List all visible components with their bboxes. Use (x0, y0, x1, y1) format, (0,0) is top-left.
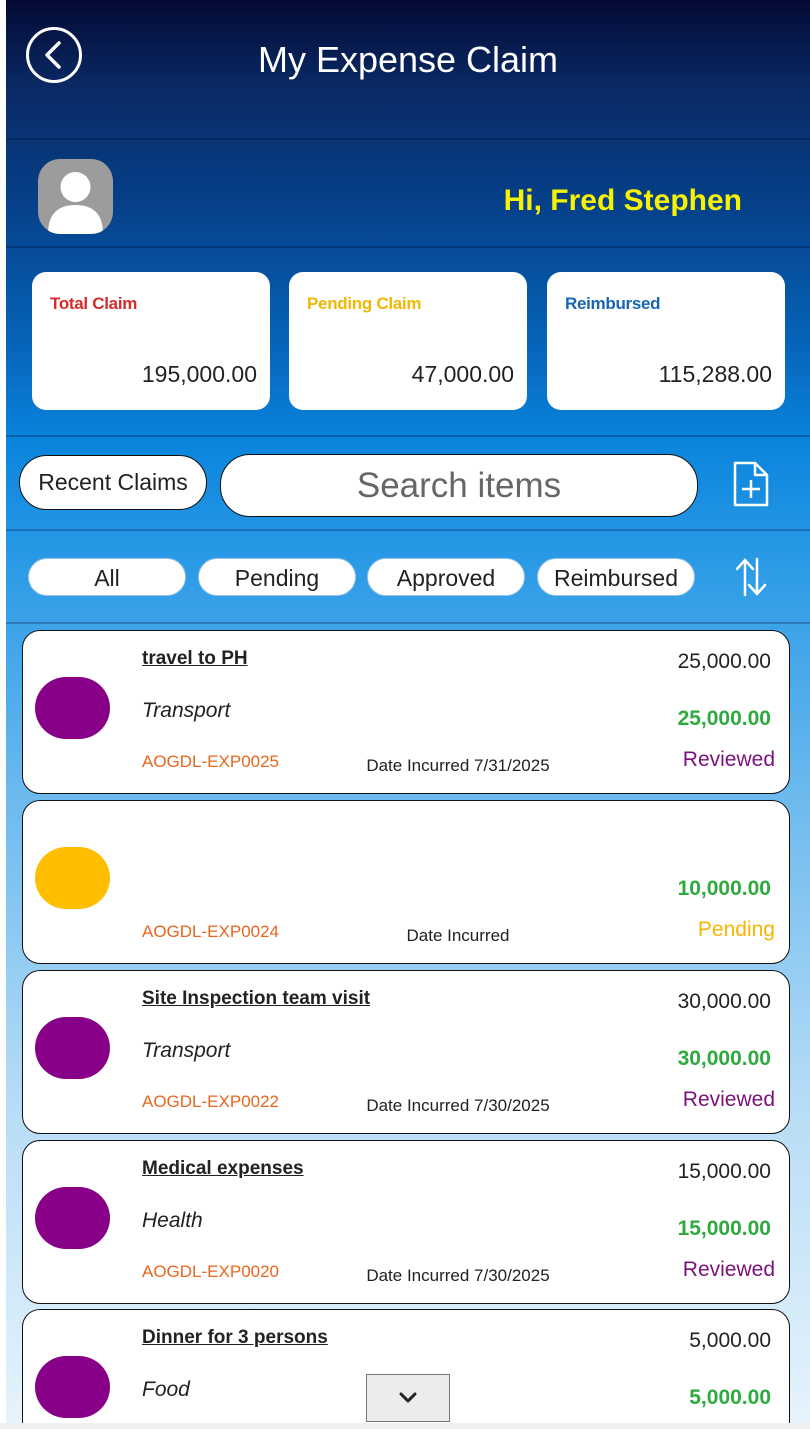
total-claim-label: Total Claim (50, 294, 138, 313)
claim-date: Date Incurred (406, 926, 510, 945)
claim-status: Reviewed (682, 1088, 775, 1111)
claim-approved-amount: 5,000.00 (689, 1386, 771, 1409)
filter-reimbursed[interactable]: Reimbursed (537, 558, 695, 596)
divider (6, 435, 810, 437)
reimbursed-value: 115,288.00 (658, 361, 772, 387)
divider (6, 622, 810, 624)
claim-code: AOGDL-EXP0020 (142, 1262, 280, 1281)
filter-all[interactable]: All (28, 558, 186, 596)
claim-date: Date Incurred 7/30/2025 (366, 1266, 550, 1285)
claim-approved-amount: 30,000.00 (677, 1047, 771, 1070)
claim-amount: 25,000.00 (677, 650, 771, 673)
claim-amount: 5,000.00 (689, 1329, 771, 1352)
claim-amount: 30,000.00 (677, 990, 771, 1013)
divider (6, 529, 810, 531)
claim-approved-amount: 25,000.00 (677, 707, 771, 730)
claim-category: Health (142, 1209, 203, 1232)
status-dot (35, 1017, 110, 1079)
page-title: My Expense Claim (257, 39, 559, 80)
bottom-edge (0, 1423, 810, 1429)
reimbursed-label: Reimbursed (565, 294, 661, 313)
claim-approved-amount: 10,000.00 (677, 877, 771, 900)
claim-card[interactable]: travel to PH Transport AOGDL-EXP0025 Dat… (22, 630, 790, 794)
claim-status: Reviewed (682, 1258, 775, 1281)
status-dot (35, 1356, 110, 1418)
claim-name: Site Inspection team visit (142, 988, 371, 1009)
claim-code: AOGDL-EXP0024 (142, 922, 280, 941)
total-claim-value: 195,000.00 (141, 361, 257, 387)
claim-amount: 15,000.00 (677, 1160, 771, 1183)
status-dot (35, 677, 110, 739)
claim-approved-amount: 15,000.00 (677, 1217, 771, 1240)
claim-code: AOGDL-EXP0025 (142, 752, 280, 771)
recent-claims-button[interactable]: Recent Claims (19, 455, 207, 510)
claim-date: Date Incurred 7/30/2025 (366, 1096, 550, 1115)
pending-claim-value: 47,000.00 (411, 361, 514, 387)
greeting-text: Hi, Fred Stephen (503, 184, 742, 217)
search-box (220, 454, 698, 517)
divider (6, 138, 810, 140)
claim-category: Food (142, 1378, 190, 1401)
claim-card[interactable]: Site Inspection team visit Transport AOG… (22, 970, 790, 1134)
claim-status: Reviewed (682, 748, 775, 771)
claim-card[interactable]: Medical expenses Health AOGDL-EXP0020 Da… (22, 1140, 790, 1304)
status-dot (35, 847, 110, 909)
chevron-down-icon (399, 1392, 417, 1403)
filter-approved[interactable]: Approved (367, 558, 525, 596)
claim-name: Medical expenses (142, 1158, 304, 1179)
pending-claim-label: Pending Claim (307, 294, 422, 313)
total-claim-card: Total Claim 195,000.00 (32, 272, 270, 410)
add-file-icon[interactable] (732, 460, 770, 508)
status-dot (35, 1187, 110, 1249)
search-input[interactable] (221, 455, 697, 516)
claim-name: Dinner for 3 persons (142, 1327, 328, 1348)
claim-date: Date Incurred 7/31/2025 (366, 756, 550, 775)
sort-icon[interactable] (733, 555, 769, 599)
claim-card[interactable]: AOGDL-EXP0024 Date Incurred 10,000.00 Pe… (22, 800, 790, 964)
reimbursed-card: Reimbursed 115,288.00 (547, 272, 785, 410)
claim-name: travel to PH (142, 648, 248, 669)
pending-claim-card: Pending Claim 47,000.00 (289, 272, 527, 410)
divider (6, 246, 810, 248)
avatar (38, 159, 113, 234)
claim-code: AOGDL-EXP0022 (142, 1092, 280, 1111)
claim-category: Transport (142, 1039, 231, 1062)
scroll-down-button[interactable] (366, 1374, 450, 1422)
app-screen: My Expense Claim Hi, Fred Stephen Total … (6, 0, 810, 1423)
filter-pending[interactable]: Pending (198, 558, 356, 596)
claim-status: Pending (697, 918, 775, 941)
claim-category: Transport (142, 699, 231, 722)
user-icon (48, 172, 103, 234)
